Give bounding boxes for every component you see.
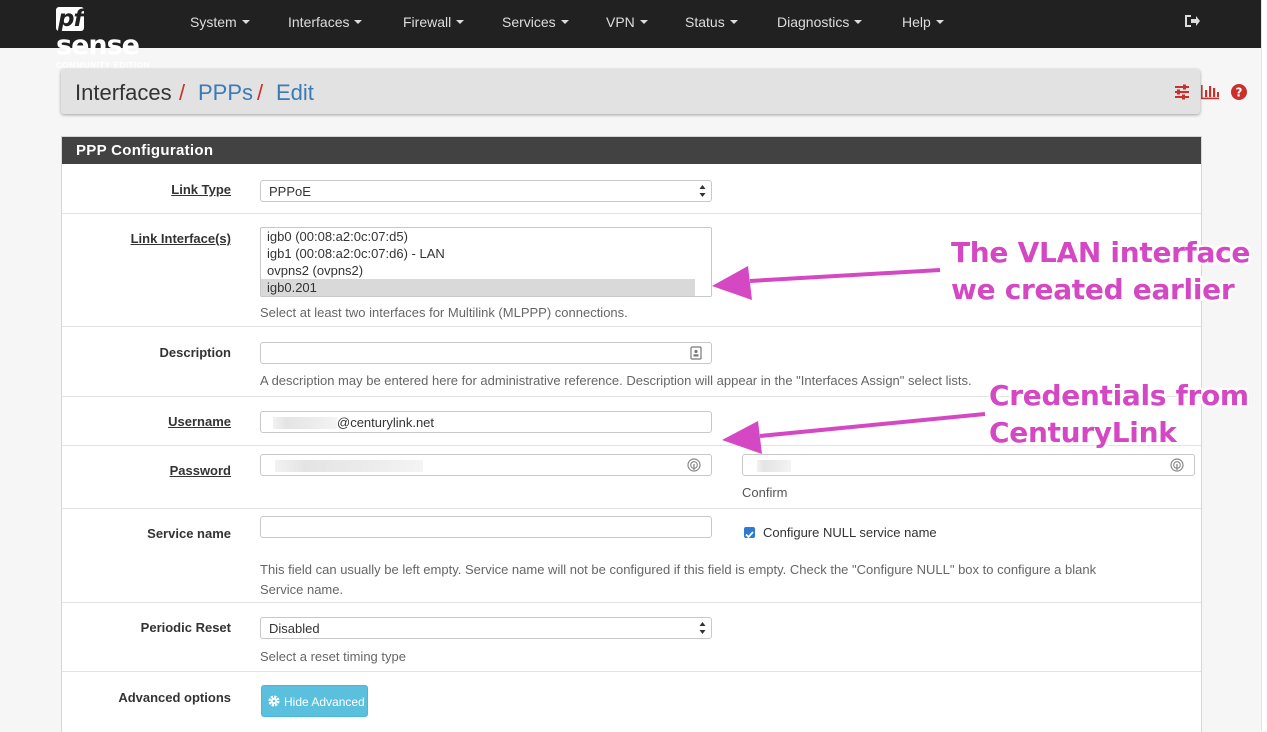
input-value: @centurylink.net (337, 415, 435, 430)
caret-down-icon (456, 20, 465, 24)
select-value: PPPoE (269, 184, 311, 199)
configure-null-checkbox[interactable] (744, 527, 755, 539)
advanced-options-label: Advanced options (118, 690, 231, 705)
service-name-help: This field can usually be left empty. Se… (260, 560, 1180, 600)
annotation-credentials: Credentials from CenturyLink (989, 377, 1249, 451)
bar-chart-icon[interactable] (1200, 83, 1220, 101)
panel-header: PPP Configuration (62, 137, 1201, 164)
nav-label: VPN (606, 14, 635, 30)
annotation-line: we created earlier (951, 273, 1235, 306)
nav-services[interactable]: Services (502, 14, 569, 30)
periodic-reset-help: Select a reset timing type (260, 649, 406, 664)
breadcrumb: Interfaces / PPPs / Edit ? (61, 69, 1247, 114)
svg-text:?: ? (1236, 86, 1243, 100)
redacted-text (273, 417, 337, 429)
link-interfaces-label: Link Interface(s) (130, 231, 231, 246)
fingerprint-icon[interactable] (1170, 458, 1184, 472)
password-label: Password (169, 463, 231, 478)
list-item[interactable]: ovpns2 (ovpns2) (261, 262, 695, 279)
logout-icon[interactable] (1183, 12, 1201, 30)
hide-advanced-button[interactable]: Hide Advanced (261, 685, 368, 717)
username-input[interactable]: @centurylink.net (260, 411, 712, 433)
nav-firewall[interactable]: Firewall (403, 14, 465, 30)
nav-label: Interfaces (288, 14, 350, 30)
scrollbar-track[interactable] (1261, 0, 1267, 731)
caret-down-icon (560, 20, 569, 24)
help-line: This field can usually be left empty. Se… (260, 562, 1097, 577)
breadcrumb-ppps[interactable]: PPPs (198, 80, 253, 106)
select-value: Disabled (269, 621, 320, 636)
row-advanced-options: Advanced options Hide Advanced (62, 672, 1201, 732)
periodic-reset-label: Periodic Reset (140, 620, 231, 635)
nav-system[interactable]: System (190, 14, 250, 30)
row-periodic-reset: Periodic Reset Disabled Select a reset t… (62, 603, 1201, 672)
breadcrumb-separator: / (257, 80, 264, 105)
help-line: Service name. (260, 582, 344, 597)
caret-down-icon (854, 20, 863, 24)
redacted-text (275, 460, 423, 472)
checkmark-icon (745, 531, 754, 539)
description-help: A description may be entered here for ad… (260, 373, 972, 388)
username-label: Username (168, 414, 231, 429)
link-interfaces-listbox[interactable]: igb0 (00:08:a2:0c:07:d5) igb1 (00:08:a2:… (260, 227, 712, 297)
configure-null-label[interactable]: Configure NULL service name (763, 525, 937, 540)
service-name-input[interactable] (260, 516, 712, 538)
confirm-label: Confirm (742, 485, 788, 500)
row-link-type: Link Type PPPoE (62, 165, 1201, 214)
nav-help[interactable]: Help (902, 14, 944, 30)
service-name-label: Service name (147, 526, 231, 541)
breadcrumb-edit[interactable]: Edit (276, 80, 314, 106)
annotation-line: CenturyLink (989, 416, 1177, 449)
password-confirm-input[interactable] (742, 454, 1195, 476)
link-type-select[interactable]: PPPoE (260, 180, 712, 202)
nav-status[interactable]: Status (685, 14, 738, 30)
nav-label: Firewall (403, 14, 452, 30)
nav-vpn[interactable]: VPN (606, 14, 648, 30)
select-arrows-icon (699, 185, 706, 197)
nav-diagnostics[interactable]: Diagnostics (777, 14, 863, 30)
nav-interfaces[interactable]: Interfaces (288, 14, 363, 30)
description-input[interactable] (260, 342, 712, 364)
annotation-line: The VLAN interface (951, 236, 1251, 269)
caret-down-icon (639, 20, 648, 24)
row-password: Password Confirm (62, 446, 1201, 509)
annotation-line: Credentials from (989, 379, 1249, 412)
breadcrumb-interfaces: Interfaces (75, 80, 172, 105)
nav-label: Help (902, 14, 931, 30)
top-navbar: pfsense COMMUNITY EDITION System Interfa… (0, 0, 1262, 70)
caret-down-icon (241, 20, 250, 24)
select-arrows-icon (699, 622, 706, 634)
panel-title: PPP Configuration (76, 142, 214, 159)
periodic-reset-select[interactable]: Disabled (260, 617, 712, 639)
link-type-label: Link Type (171, 182, 231, 197)
help-icon[interactable]: ? (1230, 83, 1248, 101)
pfsense-logo[interactable]: pfsense COMMUNITY EDITION (56, 4, 164, 70)
caret-down-icon (935, 20, 944, 24)
link-interfaces-help: Select at least two interfaces for Multi… (260, 305, 628, 320)
contact-card-icon (690, 346, 702, 360)
fingerprint-icon[interactable] (687, 458, 701, 472)
row-service-name: Service name Configure NULL service name… (62, 509, 1201, 603)
password-input[interactable] (260, 454, 712, 476)
redacted-text (757, 460, 791, 472)
list-item-selected[interactable]: igb0.201 (261, 279, 695, 296)
logo-prefix: pf (56, 6, 85, 32)
nav-label: Services (502, 14, 556, 30)
caret-down-icon (354, 20, 363, 24)
breadcrumb-separator: / (179, 80, 186, 105)
nav-label: Status (685, 14, 725, 30)
caret-down-icon (729, 20, 738, 24)
annotation-vlan: The VLAN interface we created earlier (951, 234, 1250, 308)
nav-label: System (190, 14, 237, 30)
gear-icon (268, 695, 280, 707)
logo-suffix: sense (56, 30, 140, 61)
nav-label: Diagnostics (777, 14, 850, 30)
description-label: Description (159, 345, 231, 360)
sliders-icon[interactable] (1173, 83, 1191, 101)
list-item[interactable]: igb1 (00:08:a2:0c:07:d6) - LAN (261, 245, 695, 262)
list-item[interactable]: igb0 (00:08:a2:0c:07:d5) (261, 228, 695, 245)
button-label: Hide Advanced (284, 695, 365, 709)
